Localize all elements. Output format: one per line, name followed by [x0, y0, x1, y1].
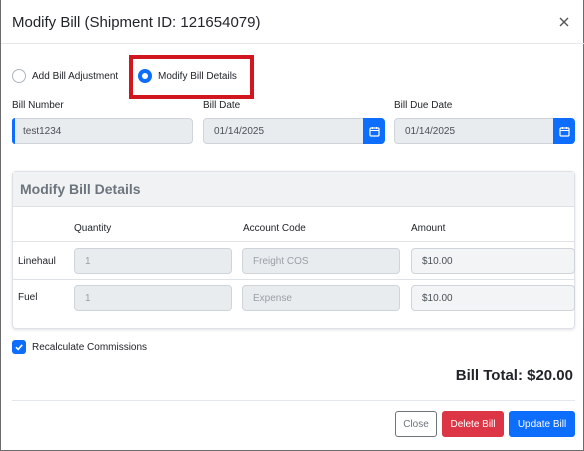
recalculate-commissions-checkbox[interactable]	[12, 340, 26, 354]
card-header: Modify Bill Details	[13, 172, 574, 207]
row-label-fuel: Fuel	[18, 292, 38, 303]
close-button[interactable]: Close	[395, 411, 437, 437]
card-title: Modify Bill Details	[20, 181, 141, 197]
modal-header: Modify Bill (Shipment ID: 121654079)	[1, 0, 584, 44]
calendar-icon	[368, 126, 380, 137]
recalculate-commissions-label: Recalculate Commissions	[32, 342, 148, 353]
bill-number-focus-accent	[12, 118, 15, 144]
radio-unchecked-icon[interactable]	[12, 69, 26, 83]
update-bill-button[interactable]: Update Bill	[509, 411, 575, 437]
delete-bill-button[interactable]: Delete Bill	[442, 411, 504, 437]
fuel-account-code-input[interactable]: Expense	[242, 285, 400, 311]
close-icon[interactable]	[557, 15, 571, 29]
table-header-divider	[12, 241, 575, 242]
column-header-account-code: Account Code	[243, 223, 306, 234]
checkmark-icon	[15, 344, 23, 351]
row-label-linehaul: Linehaul	[18, 256, 56, 267]
bill-due-date-calendar-button[interactable]	[553, 118, 575, 144]
fuel-quantity-input[interactable]: 1	[74, 285, 232, 311]
highlight-box	[129, 55, 254, 99]
bill-total: Bill Total: $20.00	[455, 367, 573, 384]
bill-date-input[interactable]: 01/14/2025	[203, 118, 365, 144]
bill-due-date-input[interactable]: 01/14/2025	[394, 118, 555, 144]
column-header-amount: Amount	[411, 223, 446, 234]
radio-label-add-bill-adjustment: Add Bill Adjustment	[32, 70, 119, 82]
bill-due-date-label: Bill Due Date	[394, 100, 453, 111]
calendar-icon	[558, 126, 570, 137]
linehaul-quantity-input[interactable]: 1	[74, 248, 232, 274]
bill-number-label: Bill Number	[12, 100, 64, 111]
linehaul-account-code-input[interactable]: Freight COS	[242, 248, 400, 274]
modify-bill-modal: Modify Bill (Shipment ID: 121654079) Add…	[0, 0, 584, 451]
modal-title: Modify Bill (Shipment ID: 121654079)	[12, 14, 261, 31]
fuel-amount-input[interactable]: $10.00	[411, 285, 575, 311]
bill-date-calendar-button[interactable]	[363, 118, 385, 144]
row-divider	[12, 279, 575, 280]
footer-divider	[12, 400, 575, 401]
radio-add-bill-adjustment[interactable]: Add Bill Adjustment	[12, 64, 118, 88]
column-header-quantity: Quantity	[74, 223, 112, 234]
bill-number-input[interactable]: test1234	[12, 118, 193, 144]
bill-date-label: Bill Date	[203, 100, 241, 111]
linehaul-amount-input[interactable]: $10.00	[411, 248, 575, 274]
